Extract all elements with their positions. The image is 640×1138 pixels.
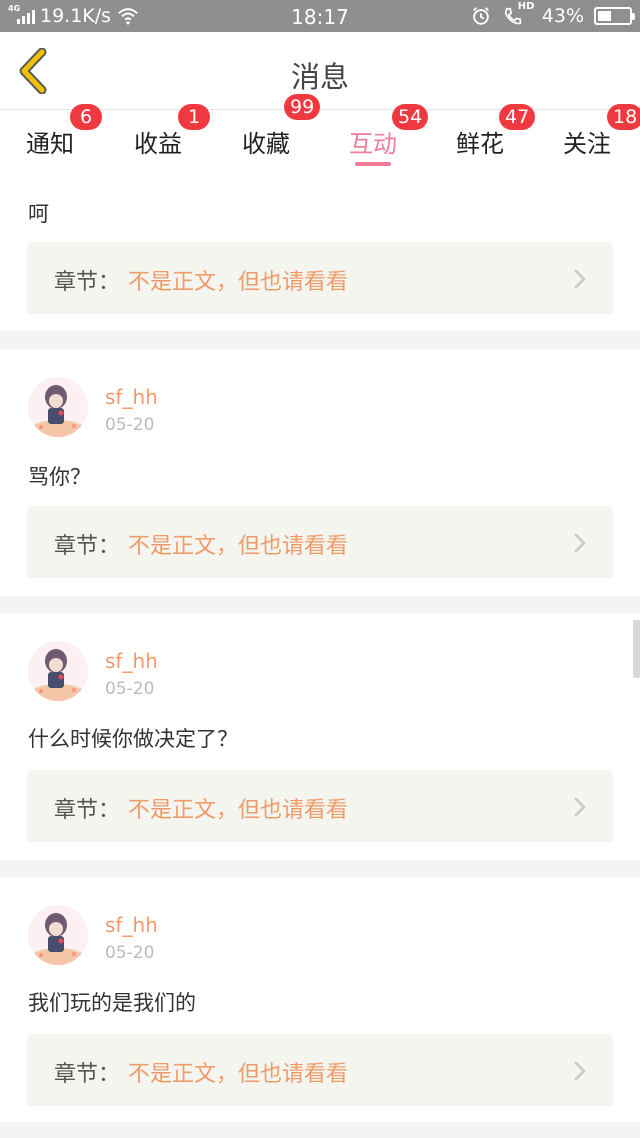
message-content: 呵 (28, 202, 49, 226)
message-card: sf_hh 05-20 什么时候你做决定了？ 章节： 不是正文，但也请看看 (0, 613, 640, 860)
username[interactable]: sf_hh (105, 385, 158, 409)
chevron-right-icon (574, 269, 586, 289)
chapter-title: 不是正文，但也请看看 (128, 1062, 349, 1087)
scrollbar-thumb[interactable] (633, 620, 640, 678)
tab-label: 互动 (349, 130, 397, 158)
username[interactable]: sf_hh (105, 649, 158, 673)
hd-call-icon: HD (502, 1, 535, 28)
message-content: 什么时候你做决定了？ (28, 727, 238, 751)
alarm-icon (472, 7, 489, 25)
chapter-link[interactable]: 章节： 不是正文，但也请看看 (27, 242, 613, 314)
tab-flowers[interactable]: 鲜花 (456, 124, 504, 159)
avatar-illustration (28, 905, 88, 965)
tab-badge: 18 (607, 104, 640, 130)
post-date: 05-20 (105, 943, 155, 963)
avatar-illustration (28, 641, 88, 701)
message-content: 我们玩的是我们的 (28, 991, 196, 1015)
post-date: 05-20 (105, 415, 155, 435)
tab-earnings[interactable]: 收益 (134, 124, 182, 159)
chevron-right-icon (574, 797, 586, 817)
tab-badge: 1 (178, 104, 210, 130)
tab-following[interactable]: 关注 (563, 124, 611, 159)
active-tab-indicator (355, 162, 391, 166)
battery-percent: 43% (541, 5, 584, 27)
message-content: 骂你？ (28, 465, 91, 489)
chapter-label: 章节： (54, 534, 121, 559)
chapter-label: 章节： (54, 798, 121, 823)
tab-interactions[interactable]: 互动 (349, 124, 397, 166)
chapter-title: 不是正文，但也请看看 (128, 798, 349, 823)
status-right: HD 43% (470, 0, 635, 32)
post-date: 05-20 (105, 679, 155, 699)
tab-badge: 99 (284, 94, 321, 120)
avatar[interactable] (28, 377, 88, 437)
tab-label: 通知 (26, 130, 74, 158)
tab-badge: 54 (392, 104, 429, 130)
chapter-link[interactable]: 章节： 不是正文，但也请看看 (27, 1034, 613, 1106)
chapter-label: 章节： (54, 1062, 121, 1087)
battery-icon (594, 7, 635, 25)
avatar[interactable] (28, 905, 88, 965)
tab-label: 收益 (134, 130, 182, 158)
chapter-title: 不是正文，但也请看看 (128, 534, 349, 559)
username[interactable]: sf_hh (105, 913, 158, 937)
chapter-title: 不是正文，但也请看看 (128, 270, 349, 295)
tab-badge: 47 (499, 104, 536, 130)
tab-notifications[interactable]: 通知 (26, 124, 74, 159)
tab-badge: 6 (70, 104, 102, 130)
tab-label: 收藏 (242, 130, 290, 158)
header: 消息 (0, 32, 640, 110)
tab-label: 关注 (563, 130, 611, 158)
chevron-right-icon (574, 1061, 586, 1081)
chevron-right-icon (574, 533, 586, 553)
chapter-label: 章节： (54, 270, 121, 295)
tab-bar: 通知 6 收益 1 收藏 99 互动 54 鲜花 47 关注 18 (0, 94, 640, 168)
avatar[interactable] (28, 641, 88, 701)
page-title: 消息 (290, 60, 349, 94)
chapter-link[interactable]: 章节： 不是正文，但也请看看 (27, 506, 613, 578)
tab-favorites[interactable]: 收藏 (242, 124, 290, 159)
tab-label: 鲜花 (456, 130, 504, 158)
hd-label: HD (517, 1, 535, 12)
chapter-link[interactable]: 章节： 不是正文，但也请看看 (27, 770, 613, 842)
status-bar: 4G 19.1K/s 18:17 HD 43% (0, 0, 640, 32)
avatar-illustration (28, 377, 88, 437)
message-card: sf_hh 05-20 骂你？ 章节： 不是正文，但也请看看 (0, 349, 640, 596)
message-card: sf_hh 05-20 我们玩的是我们的 章节： 不是正文，但也请看看 (0, 877, 640, 1122)
message-card: 呵 章节： 不是正文，但也请看看 (0, 168, 640, 331)
